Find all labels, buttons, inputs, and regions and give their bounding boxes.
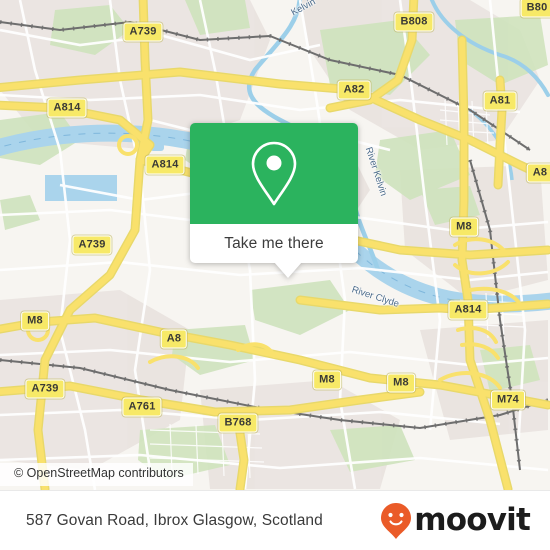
road-shield: A739 xyxy=(25,379,65,399)
location-callout[interactable]: Take me there xyxy=(190,123,358,278)
callout-tail xyxy=(274,262,302,278)
road-shield: A739 xyxy=(72,235,112,255)
address-text: 587 Govan Road, Ibrox Glasgow, Scotland xyxy=(26,511,323,529)
road-shield: A814 xyxy=(145,155,185,175)
moovit-logo[interactable]: moovit xyxy=(380,502,531,540)
road-shield: M8 xyxy=(450,217,478,237)
road-shield: A8 xyxy=(526,163,550,183)
road-shield: B768 xyxy=(218,413,258,433)
take-me-there-label: Take me there xyxy=(224,234,324,252)
road-shield: A81 xyxy=(483,91,517,111)
road-shield: M8 xyxy=(313,370,341,390)
road-shield: A739 xyxy=(123,22,163,42)
moovit-location-card: A739 B808 B80 A814 A82 A81 A814 A8 M8 A739 A814 M8 A… xyxy=(0,0,550,550)
road-shield: M8 xyxy=(387,373,415,393)
road-shield: A82 xyxy=(337,80,371,100)
road-shield: M74 xyxy=(491,390,525,410)
road-shield: M8 xyxy=(21,311,49,331)
map-pin-icon xyxy=(251,141,297,205)
road-shield: A814 xyxy=(47,98,87,118)
road-shield: B80 xyxy=(520,0,550,18)
callout-action-area[interactable]: Take me there xyxy=(190,224,358,278)
osm-attribution[interactable]: © OpenStreetMap contributors xyxy=(0,463,193,486)
moovit-wordmark: moovit xyxy=(414,502,531,538)
callout-pin-area xyxy=(190,123,358,224)
road-shield: A8 xyxy=(160,329,188,349)
footer-bar: 587 Govan Road, Ibrox Glasgow, Scotland … xyxy=(0,490,550,550)
road-shield: B808 xyxy=(394,12,434,32)
road-shield: A814 xyxy=(448,300,488,320)
road-shield: A761 xyxy=(122,397,162,417)
moovit-smiley-pin-icon xyxy=(381,502,412,539)
